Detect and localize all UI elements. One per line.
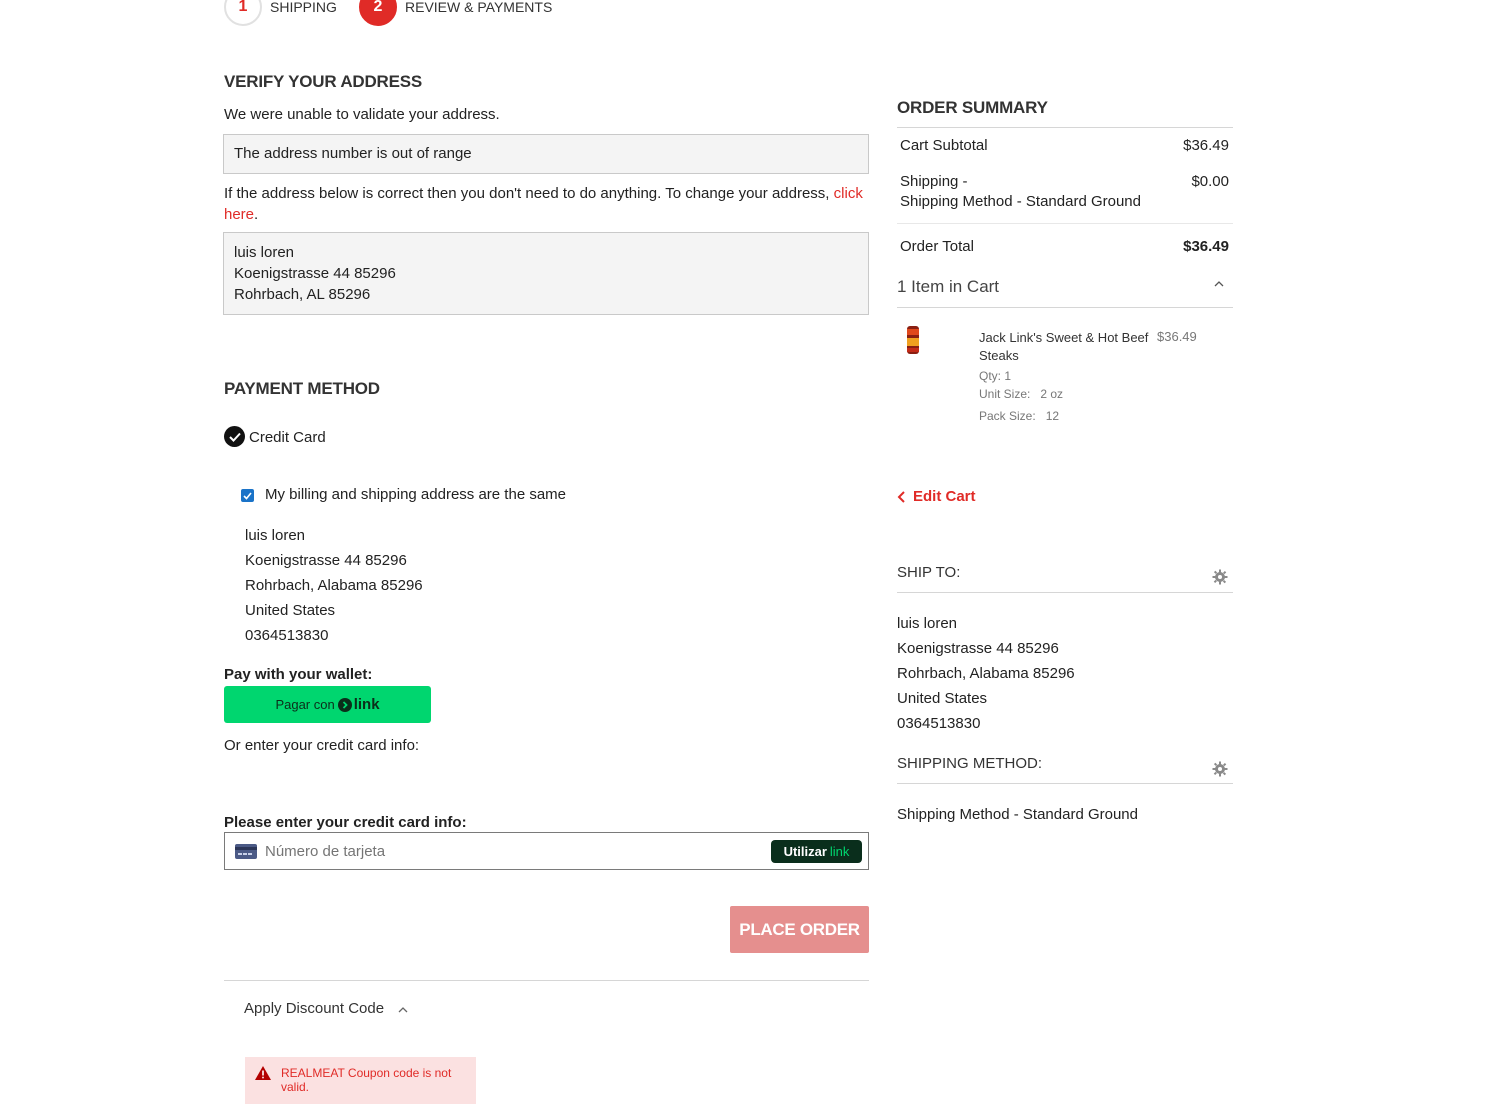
- apply-discount-label: Apply Discount Code: [244, 1000, 385, 1017]
- shipping-method-title: Shipping Method:: [897, 755, 1043, 772]
- shipping-value: $0.00: [1191, 173, 1229, 190]
- shipping-method-divider: [897, 783, 1233, 784]
- step-review-number: 2: [359, 0, 397, 26]
- unit-size-label: Unit Size:: [979, 387, 1031, 401]
- use-link-button[interactable]: Utilizar link: [771, 840, 862, 863]
- pay-with-link-prefix: Pagar con: [275, 697, 335, 712]
- step-shipping-label[interactable]: Shipping: [270, 0, 337, 15]
- ship-to-title: Ship To:: [897, 564, 961, 581]
- edit-cart-label: Edit Cart: [913, 488, 976, 505]
- cart-subtotal-label: Cart Subtotal: [900, 137, 988, 154]
- check-icon: [228, 432, 241, 442]
- verify-address-name: luis loren: [234, 244, 295, 261]
- product-pack-size: Pack Size: 12: [979, 409, 1059, 423]
- shipping-label: Shipping -: [900, 173, 968, 190]
- shipping-method-gear-icon[interactable]: [1212, 761, 1228, 777]
- billing-city: Rohrbach, Alabama 85296: [245, 577, 423, 594]
- place-order-button[interactable]: PLACE ORDER: [730, 906, 869, 953]
- chevron-left-icon: [897, 490, 905, 503]
- chevron-up-icon: [398, 1007, 408, 1013]
- pack-size-value: 12: [1045, 409, 1060, 423]
- step-shipping-number[interactable]: 1: [224, 0, 262, 26]
- coupon-error-box: REALMEAT Coupon code is not valid.: [245, 1057, 476, 1104]
- verify-note-end: .: [254, 206, 259, 223]
- credit-card-icon: [235, 844, 257, 859]
- click-here-link[interactable]: click: [834, 185, 863, 202]
- verify-address-title: Verify Your Address: [224, 72, 423, 91]
- card-info-label: Please enter your credit card info:: [224, 814, 467, 831]
- coupon-error-text: REALMEAT Coupon code is not valid.: [281, 1066, 452, 1094]
- card-number-placeholder[interactable]: Número de tarjeta: [265, 843, 385, 860]
- total-divider: [897, 223, 1233, 224]
- billing-address: luis loren Koenigstrasse 44 85296 Rohrba…: [245, 523, 423, 648]
- billing-phone: 0364513830: [245, 627, 329, 644]
- credit-card-radio[interactable]: [224, 426, 245, 447]
- ship-to-phone: 0364513830: [897, 715, 981, 732]
- checkbox-check-icon: [243, 491, 252, 500]
- order-summary-title: Order Summary: [897, 98, 1048, 117]
- product-qty: Qty: 1: [979, 369, 1012, 383]
- order-total-label: Order Total: [900, 238, 974, 255]
- discount-divider: [224, 980, 869, 981]
- ship-to-country: United States: [897, 690, 988, 707]
- billing-street: Koenigstrasse 44 85296: [245, 552, 407, 569]
- wallet-label: Pay with your wallet:: [224, 666, 373, 683]
- verify-address-city: Rohrbach, AL 85296: [234, 286, 371, 303]
- ship-to-address: luis loren Koenigstrasse 44 85296 Rohrba…: [897, 611, 1075, 736]
- cart-subtotal-value: $36.49: [1183, 137, 1229, 154]
- pack-size-label: Pack Size:: [979, 409, 1036, 423]
- pay-with-link-brand: link: [353, 696, 380, 713]
- items-in-cart-toggle[interactable]: 1 Item in Cart: [897, 277, 999, 297]
- shipping-method-summary: Shipping Method - Standard Ground: [900, 193, 1141, 210]
- use-link-prefix: Utilizar: [783, 844, 827, 859]
- apply-discount-toggle[interactable]: Apply Discount Code: [244, 1000, 408, 1017]
- billing-name: luis loren: [245, 527, 306, 544]
- credit-card-label[interactable]: Credit Card: [249, 429, 326, 446]
- billing-country: United States: [245, 602, 336, 619]
- ship-to-street: Koenigstrasse 44 85296: [897, 640, 1059, 657]
- verify-address-street: Koenigstrasse 44 85296: [234, 265, 396, 282]
- edit-cart-link[interactable]: Edit Cart: [897, 488, 976, 505]
- warning-icon: [255, 1066, 271, 1080]
- ship-to-name: luis loren: [897, 615, 958, 632]
- order-total-value: $36.49: [1183, 238, 1229, 255]
- product-unit-size: Unit Size: 2 oz: [979, 387, 1063, 401]
- same-address-checkbox[interactable]: [241, 489, 254, 502]
- card-number-field[interactable]: Número de tarjeta Utilizar link: [224, 832, 869, 870]
- summary-divider: [897, 127, 1233, 128]
- items-divider: [897, 307, 1233, 308]
- product-thumbnail[interactable]: [906, 326, 920, 354]
- address-error-box: The address number is out of range: [223, 134, 869, 174]
- verify-intro: We were unable to validate your address.: [224, 106, 500, 123]
- verify-note-text: If the address below is correct then you…: [224, 185, 830, 202]
- step-review-label: Review & Payments: [405, 0, 553, 15]
- ship-to-divider: [897, 592, 1233, 593]
- click-here-link-2[interactable]: here: [224, 206, 254, 223]
- unit-size-value: 2 oz: [1040, 387, 1064, 401]
- link-arrow-icon: [337, 697, 352, 712]
- or-enter-card-text: Or enter your credit card info:: [224, 737, 420, 754]
- verify-note: If the address below is correct then you…: [224, 183, 864, 225]
- verify-address-box: luis loren Koenigstrasse 44 85296 Rohrba…: [223, 232, 869, 315]
- product-price: $36.49: [1157, 329, 1197, 344]
- ship-to-gear-icon[interactable]: [1212, 569, 1228, 585]
- address-error-text: The address number is out of range: [234, 145, 472, 162]
- ship-to-city: Rohrbach, Alabama 85296: [897, 665, 1075, 682]
- use-link-brand: link: [829, 844, 850, 859]
- shipping-method-value: Shipping Method - Standard Ground: [897, 806, 1138, 823]
- payment-method-title: Payment Method: [224, 379, 380, 398]
- same-address-label[interactable]: My billing and shipping address are the …: [265, 486, 566, 503]
- product-name[interactable]: Jack Link's Sweet & Hot Beef Steaks: [979, 329, 1149, 365]
- items-chevron-up-icon[interactable]: [1214, 280, 1224, 287]
- pay-with-link-button[interactable]: Pagar con link: [224, 686, 431, 723]
